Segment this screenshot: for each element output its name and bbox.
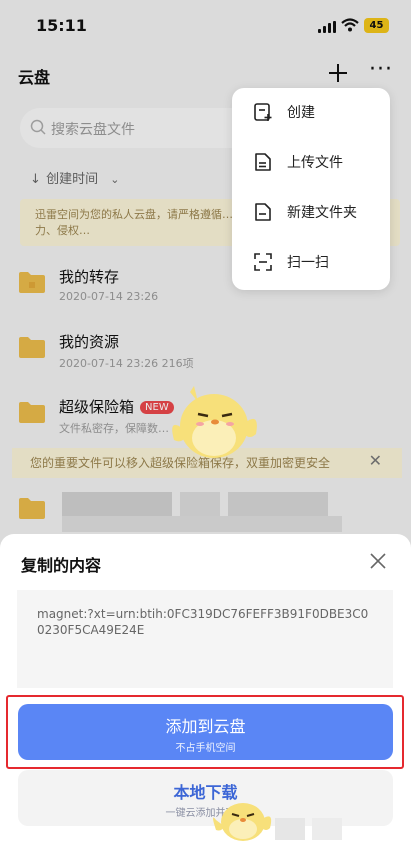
new-folder-icon	[255, 203, 271, 221]
local-download-label: 本地下载	[173, 783, 238, 802]
create-doc-icon	[254, 103, 272, 121]
menu-item-scan[interactable]: 扫一扫	[232, 238, 390, 288]
menu-label: 新建文件夹	[287, 205, 357, 221]
scan-icon	[254, 253, 272, 271]
menu-item-upload[interactable]: 上传文件	[232, 138, 390, 188]
copied-link-text: magnet:?xt=urn:btih:0FC319DC76FEFF3B91F0…	[17, 590, 393, 688]
add-popover-menu: 创建 上传文件 新建文件夹 扫一扫	[232, 88, 390, 290]
mascot-sticker	[172, 386, 257, 458]
menu-item-create[interactable]: 创建	[232, 88, 390, 138]
redacted-block	[275, 818, 305, 840]
close-icon[interactable]	[369, 552, 387, 570]
sheet-title: 复制的内容	[21, 556, 102, 575]
copied-content-sheet: 复制的内容 magnet:?xt=urn:btih:0FC319DC76FEFF…	[0, 534, 411, 843]
menu-label: 上传文件	[287, 155, 343, 171]
local-download-sublabel: 一键云添加并下载	[165, 808, 246, 819]
menu-item-new-folder[interactable]: 新建文件夹	[232, 188, 390, 238]
menu-label: 扫一扫	[287, 255, 329, 271]
redacted-block	[312, 818, 342, 840]
mascot-sticker-small	[213, 803, 272, 841]
highlight-frame	[6, 695, 404, 769]
upload-file-icon	[255, 153, 271, 171]
menu-label: 创建	[287, 105, 315, 121]
